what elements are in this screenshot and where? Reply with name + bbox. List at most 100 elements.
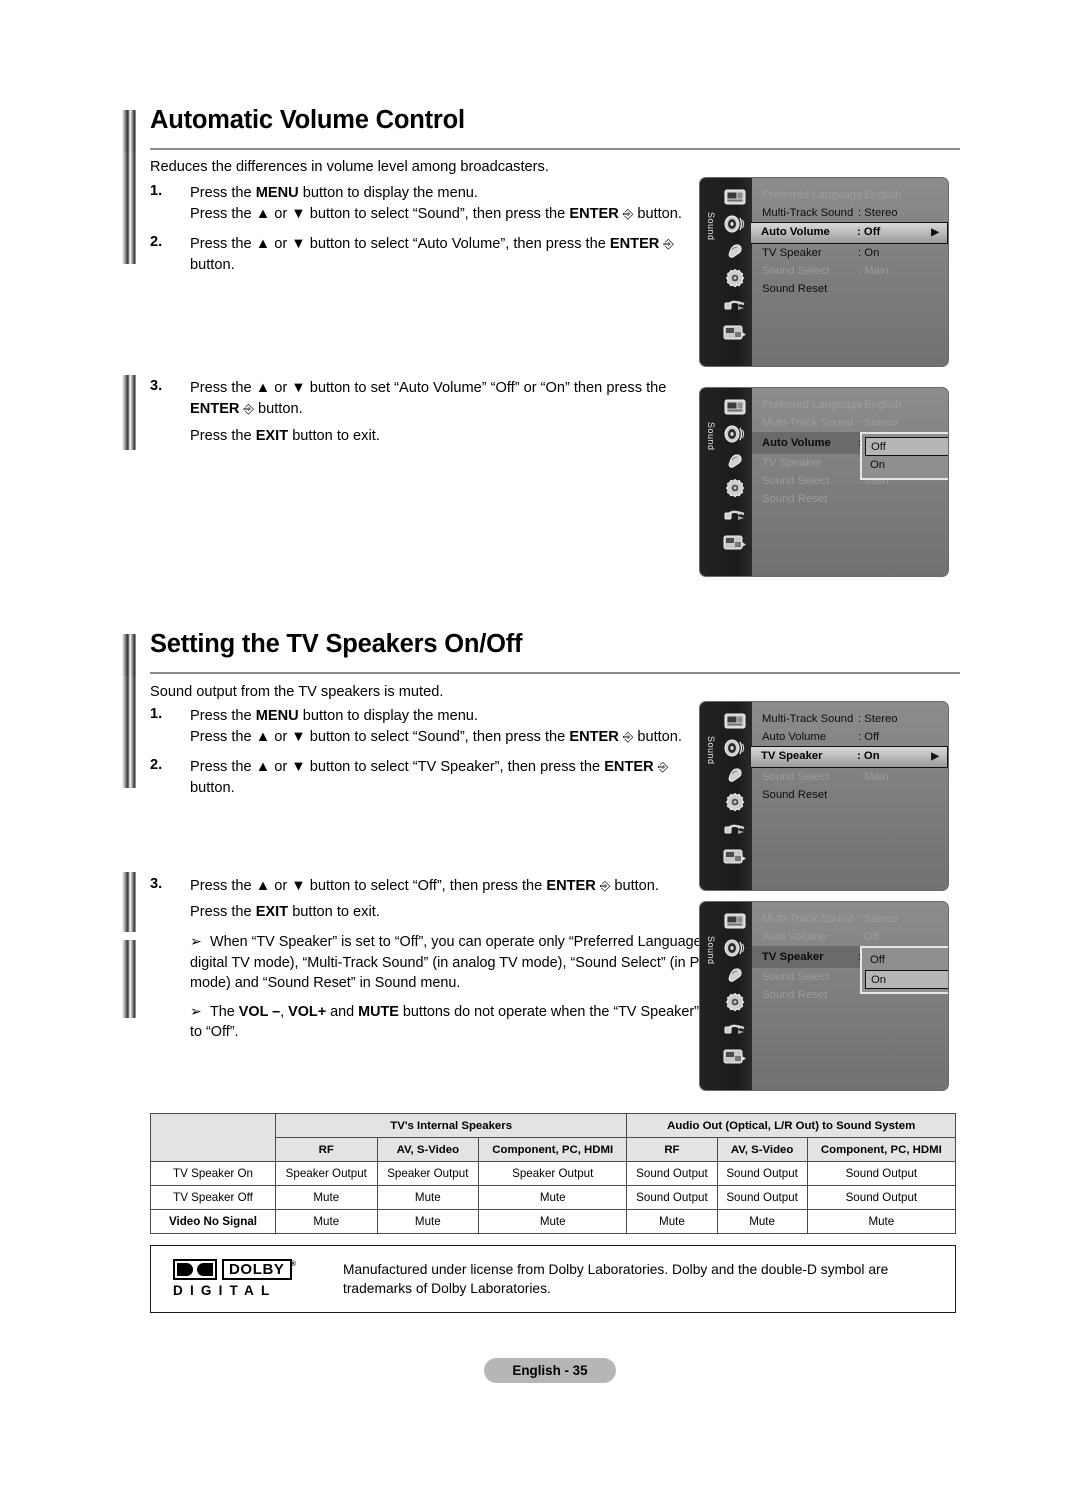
note-item: ➢ The VOL –, VOL+ and MUTE buttons do no… bbox=[190, 1002, 750, 1043]
table-cell: Speaker Output bbox=[376, 1161, 480, 1186]
dolby-notice-box: DOLBY ® DIGITAL Manufactured under licen… bbox=[150, 1245, 956, 1313]
osd-item-label: TV Speaker bbox=[761, 750, 823, 762]
osd-item-value: : On bbox=[857, 750, 880, 762]
step-number: 1. bbox=[150, 183, 163, 199]
osd-menu-item[interactable]: TV Speaker: On bbox=[752, 244, 948, 262]
osd-menu-item[interactable]: Auto Volume: Off ▶ bbox=[751, 222, 948, 244]
table-body: TV Speaker On Speaker Output Speaker Outpu… bbox=[150, 1161, 957, 1234]
step-number: 2. bbox=[150, 757, 163, 773]
sound-icon[interactable] bbox=[722, 937, 748, 959]
pip-icon[interactable] bbox=[722, 845, 748, 867]
step-item: 3. Press the ▲ or ▼ button to select “Of… bbox=[150, 876, 750, 922]
channel-icon[interactable] bbox=[722, 240, 748, 262]
step-text: Press the MENU button to display the men… bbox=[190, 183, 750, 224]
setup-icon[interactable] bbox=[722, 477, 748, 499]
osd-menu-item[interactable]: Preferred Language: English bbox=[752, 396, 948, 414]
osd-option-off[interactable]: Off bbox=[865, 437, 948, 456]
table-cell: Mute bbox=[376, 1209, 480, 1234]
osd-menu-item[interactable]: Auto Volume: Off bbox=[752, 728, 948, 746]
osd-menu-item[interactable]: Multi-Track Sound: Stereo bbox=[752, 910, 948, 928]
osd-item-value: : Stereo bbox=[858, 417, 898, 429]
osd-option-off[interactable]: Off bbox=[865, 951, 948, 970]
osd-tv-speaker-popup: Sound Multi-Track Sound: Stereo Auto Volum… bbox=[700, 902, 948, 1090]
pip-icon[interactable] bbox=[722, 531, 748, 553]
table-row-header: TV Speaker Off bbox=[150, 1185, 276, 1210]
section-intro-text: Reduces the differences in volume level … bbox=[150, 159, 549, 175]
input-icon[interactable] bbox=[722, 504, 748, 526]
page-number-badge: English - 35 bbox=[484, 1358, 616, 1383]
pip-icon[interactable] bbox=[722, 1045, 748, 1067]
step-item: 2. Press the ▲ or ▼ button to select “Au… bbox=[150, 234, 750, 275]
sound-icon[interactable] bbox=[722, 423, 748, 445]
sound-icon[interactable] bbox=[722, 213, 748, 235]
osd-item-value: : Stereo bbox=[858, 713, 898, 725]
double-d-right-shape bbox=[197, 1262, 213, 1276]
osd-option-on[interactable]: On bbox=[865, 456, 948, 475]
header-rule bbox=[150, 672, 960, 674]
step-number: 3. bbox=[150, 876, 163, 892]
picture-icon[interactable] bbox=[722, 710, 748, 732]
table-group-header: TV's Internal Speakers bbox=[274, 1113, 628, 1138]
table-cell: Sound Output bbox=[806, 1161, 957, 1186]
pip-icon[interactable] bbox=[722, 321, 748, 343]
table-sub-header: RF bbox=[626, 1137, 718, 1162]
osd-option-on[interactable]: On bbox=[865, 970, 948, 989]
step-text: Press the ▲ or ▼ button to select “Auto … bbox=[190, 236, 674, 273]
speaker-output-table-wrapper: TV's Internal Speakers Audio Out (Optica… bbox=[150, 1113, 957, 1234]
osd-item-label: Sound Reset bbox=[762, 789, 828, 801]
osd-option-popup: Off On bbox=[860, 432, 948, 480]
dolby-logo-top: DOLBY ® bbox=[173, 1258, 313, 1280]
osd-item-label: Auto Volume bbox=[761, 226, 830, 238]
picture-icon[interactable] bbox=[722, 396, 748, 418]
osd-menu-item[interactable]: Multi-Track Sound: Stereo bbox=[752, 204, 948, 222]
osd-tv-speaker-highlight: Sound Multi-Track Sound: Stereo Auto Volum… bbox=[700, 702, 948, 890]
table-sub-header: Component, PC, HDMI bbox=[478, 1137, 628, 1162]
osd-menu-item[interactable]: Sound Reset bbox=[752, 490, 948, 508]
osd-icon-column bbox=[722, 910, 752, 1072]
double-d-left-shape bbox=[177, 1262, 193, 1276]
channel-icon[interactable] bbox=[722, 764, 748, 786]
input-icon[interactable] bbox=[722, 818, 748, 840]
osd-menu-item[interactable]: Sound Select: Main bbox=[752, 262, 948, 280]
osd-menu-item[interactable]: Multi-Track Sound : Stereo bbox=[752, 710, 948, 728]
osd-item-label: Preferred Language bbox=[762, 399, 863, 411]
dolby-wordmark: DOLBY ® bbox=[222, 1258, 296, 1280]
osd-item-value: : Main bbox=[858, 771, 889, 783]
table-row: Video No Signal Mute Mute Mute Mute Mute Mute bbox=[150, 1209, 957, 1234]
input-icon[interactable] bbox=[722, 1018, 748, 1040]
osd-menu-item[interactable]: Sound Reset bbox=[752, 786, 948, 804]
section-side-accent-bar bbox=[122, 676, 136, 788]
picture-icon[interactable] bbox=[722, 186, 748, 208]
enter-icon: ⎆ bbox=[243, 400, 254, 416]
osd-menu-item[interactable]: Auto Volume: Off bbox=[752, 928, 948, 946]
page-title: Automatic Volume Control bbox=[150, 106, 465, 134]
enter-icon: ⎆ bbox=[622, 728, 634, 744]
setup-icon[interactable] bbox=[722, 991, 748, 1013]
note-text: The VOL –, VOL+ and MUTE buttons do not … bbox=[190, 1003, 737, 1041]
table-row: TV Speaker On Speaker Output Speaker Outpu… bbox=[150, 1161, 957, 1186]
osd-item-label: Auto Volume bbox=[762, 731, 827, 743]
osd-auto-volume-highlight: Sound Preferred Language: English Multi-Tr… bbox=[700, 178, 948, 366]
osd-menu-item[interactable]: Sound Select: Main bbox=[752, 768, 948, 786]
channel-icon[interactable] bbox=[722, 450, 748, 472]
osd-auto-volume-popup: Sound Preferred Language: English Multi-Tr… bbox=[700, 388, 948, 576]
osd-item-label: Multi-Track Sound bbox=[762, 417, 854, 429]
table-cell: Mute bbox=[626, 1209, 718, 1234]
page-title: Setting the TV Speakers On/Off bbox=[150, 630, 523, 658]
osd-item-label: Multi-Track Sound bbox=[762, 713, 854, 725]
channel-icon[interactable] bbox=[722, 964, 748, 986]
osd-menu-item[interactable]: Multi-Track Sound : Stereo bbox=[752, 414, 948, 432]
osd-rail-label: Sound bbox=[706, 936, 716, 965]
step-text: Press the ▲ or ▼ button to select “Off”,… bbox=[190, 878, 659, 920]
double-d-icon bbox=[173, 1258, 217, 1280]
osd-menu-item[interactable]: Sound Reset bbox=[752, 280, 948, 298]
table-cell: Mute bbox=[478, 1209, 628, 1234]
note-item: ➢ When “TV Speaker” is set to “Off”, you… bbox=[190, 932, 750, 994]
osd-menu-item[interactable]: Preferred Language: English bbox=[752, 186, 948, 204]
setup-icon[interactable] bbox=[722, 791, 748, 813]
sound-icon[interactable] bbox=[722, 737, 748, 759]
setup-icon[interactable] bbox=[722, 267, 748, 289]
input-icon[interactable] bbox=[722, 294, 748, 316]
picture-icon[interactable] bbox=[722, 910, 748, 932]
osd-menu-item[interactable]: TV Speaker: On ▶ bbox=[751, 746, 948, 768]
